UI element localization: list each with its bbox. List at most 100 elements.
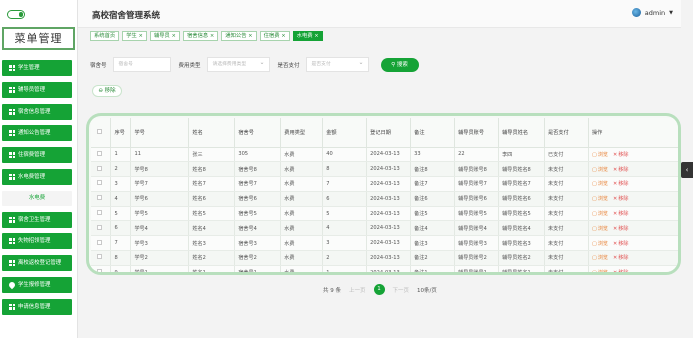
tab-3[interactable]: 宿舍信息 × (182, 31, 219, 41)
app-root: 菜单管理 学生管理 辅导员管理 宿舍信息管理 通知公告管理 住宿费管理 水电费管理 水电费宿… (0, 0, 693, 338)
view-button[interactable]: ▢浏览 (592, 167, 608, 173)
delete-label: 移除 (618, 166, 629, 173)
row-checkbox[interactable] (97, 150, 102, 156)
sidebar-item-8[interactable]: 失物招领管理 (2, 233, 72, 250)
search-bar: 宿舍号 宿舍号 费用类型 请选择费用类型 是否支付 是否支付 ⚲ 搜索 (90, 56, 419, 72)
delete-button[interactable]: ✕移除 (613, 226, 628, 232)
table-cell: 学号8 (130, 161, 190, 178)
table-cell: 备注6 (410, 191, 456, 207)
view-button[interactable]: ▢浏览 (592, 152, 608, 158)
tab-5[interactable]: 住宿费 × (259, 31, 290, 41)
table-cell: 备注8 (410, 161, 456, 178)
dorm-label: 宿舍号 (90, 62, 107, 69)
sidebar-item-0[interactable]: 学生管理 (2, 60, 72, 76)
close-icon[interactable]: × (280, 33, 285, 39)
view-button[interactable]: ▢浏览 (592, 196, 608, 202)
table-cell: 学号5 (130, 206, 190, 222)
sidebar-item-7[interactable]: 宿舍卫生管理 (2, 211, 72, 228)
view-icon: ▢ (591, 151, 597, 158)
row-checkbox-cell (91, 220, 112, 237)
prev-page-button[interactable]: 上一页 (349, 286, 366, 294)
row-checkbox[interactable] (97, 239, 102, 245)
view-button[interactable]: ▢浏览 (592, 270, 608, 272)
page-size-select[interactable]: 10条/页 (417, 286, 437, 294)
table-cell: 水费 (280, 176, 324, 192)
view-button[interactable]: ▢浏览 (592, 211, 608, 217)
row-checkbox[interactable] (97, 210, 102, 216)
page-1-button[interactable]: 1 (373, 284, 385, 295)
view-button[interactable]: ▢浏览 (592, 255, 608, 261)
row-checkbox[interactable] (97, 254, 102, 260)
dorm-input[interactable]: 宿舍号 (112, 57, 171, 72)
sidebar: 菜单管理 学生管理 辅导员管理 宿舍信息管理 通知公告管理 住宿费管理 水电费管理 水电费宿… (0, 0, 78, 338)
delete-button[interactable]: ✕移除 (613, 152, 628, 158)
row-checkbox-cell (91, 265, 112, 272)
column-header: 费用类型 (280, 118, 324, 148)
user-menu[interactable]: admin ▼ (631, 8, 673, 17)
row-checkbox[interactable] (97, 269, 102, 272)
close-icon[interactable]: × (313, 33, 318, 39)
fee-type-select[interactable]: 请选择费用类型 (206, 56, 270, 72)
sidebar-item-6[interactable]: 水电费 (2, 190, 72, 206)
sidebar-item-4[interactable]: 住宿费管理 (2, 147, 72, 164)
sidebar-item-9[interactable]: 离校返校登记管理 (2, 255, 72, 272)
tab-label: 水电费 (296, 33, 313, 39)
view-button[interactable]: ▢浏览 (592, 181, 608, 187)
delete-button[interactable]: ✕移除 (613, 196, 628, 202)
sidebar-item-label: 辅导员管理 (18, 86, 45, 93)
row-checkbox[interactable] (97, 180, 102, 186)
tab-6[interactable]: 水电费 × (292, 31, 323, 41)
table-cell: 学号2 (130, 250, 190, 266)
paid-select[interactable]: 是否支付 (305, 56, 369, 72)
sidebar-item-10[interactable]: 学生报修管理 (2, 276, 72, 293)
delete-button[interactable]: ✕移除 (613, 167, 628, 173)
select-all-checkbox[interactable] (97, 128, 102, 134)
delete-button[interactable]: ✕移除 (613, 241, 628, 247)
chevron-left-icon[interactable]: ‹ (681, 162, 693, 178)
search-button[interactable]: ⚲ 搜索 (380, 57, 419, 72)
delete-button[interactable]: ✕移除 (613, 255, 628, 261)
tab-0[interactable]: 系统首页 (90, 31, 120, 41)
location-icon (7, 280, 17, 290)
data-table: 序号 学号 姓名 宿舍号 费用类型 金额 登记日期 备注 辅导员账号 辅导员姓名 是否支付 操作 11… (91, 118, 678, 272)
close-icon[interactable]: × (208, 33, 214, 39)
sidebar-toggle-switch[interactable] (7, 10, 25, 19)
table-body: 1 11 张三 305 水费 40 2024-03-13 33 22 李四 已支付 ▢浏览 ✕移除 2 学号… (91, 147, 678, 272)
table-cell: 宿舍号5 (234, 206, 282, 222)
tab-label: 通知公告 (225, 33, 247, 39)
delete-button[interactable]: ✕移除 (613, 270, 628, 272)
close-icon[interactable]: × (137, 33, 142, 39)
table-cell: 备注2 (410, 250, 456, 266)
sidebar-item-2[interactable]: 宿舍信息管理 (2, 103, 72, 120)
delete-button[interactable]: ✕移除 (613, 211, 628, 217)
close-icon[interactable]: × (247, 33, 252, 39)
table-cell: 水费 (280, 220, 324, 237)
table-cell: 未支付 (544, 265, 589, 272)
close-icon[interactable]: × (170, 33, 176, 39)
delete-button[interactable]: ✕移除 (613, 181, 628, 187)
tab-4[interactable]: 通知公告 × (221, 31, 257, 41)
table-cell: 未支付 (544, 250, 589, 266)
column-header: 操作 (588, 118, 678, 148)
table-cell: 宿舍号7 (234, 176, 282, 192)
row-checkbox[interactable] (97, 224, 102, 230)
tab-1[interactable]: 学生 × (122, 31, 147, 41)
sidebar-item-3[interactable]: 通知公告管理 (2, 125, 72, 142)
sidebar-item-11[interactable]: 申请信息管理 (2, 298, 72, 315)
remove-button[interactable]: ⊖ 移除 (92, 85, 122, 97)
table-cell: 辅导员账号2 (454, 250, 500, 266)
view-button[interactable]: ▢浏览 (592, 226, 608, 232)
sidebar-item-1[interactable]: 辅导员管理 (2, 81, 72, 98)
table-cell: 姓名1 (188, 265, 236, 272)
close-icon: ✕ (613, 211, 618, 218)
row-checkbox[interactable] (97, 165, 102, 171)
next-page-button[interactable]: 下一页 (393, 286, 410, 294)
grid-icon (9, 108, 15, 115)
table-cell: 张三 (188, 147, 236, 163)
column-header: 金额 (322, 118, 368, 148)
tab-2[interactable]: 辅导员 × (149, 31, 180, 41)
view-button[interactable]: ▢浏览 (592, 241, 608, 247)
sidebar-item-5[interactable]: 水电费管理 (2, 168, 72, 185)
column-header: 宿舍号 (234, 118, 282, 148)
row-checkbox[interactable] (97, 195, 102, 201)
